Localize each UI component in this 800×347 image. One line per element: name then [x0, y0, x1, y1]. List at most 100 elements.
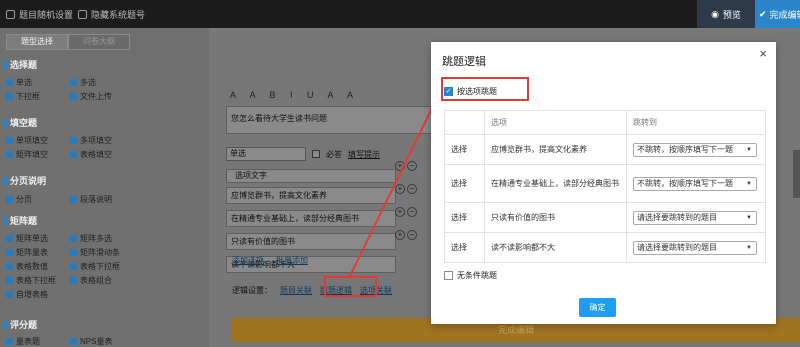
random-settings-label: 题目随机设置 — [19, 10, 74, 20]
item-label: 表格数值 — [16, 262, 48, 271]
random-settings-toggle[interactable]: 题目随机设置 — [6, 8, 73, 21]
table-row: 选择 在精通专业基础上，读部分经典图书 不跳转，按顺序填写下一题 — [444, 164, 766, 203]
required-checkbox[interactable] — [312, 150, 320, 158]
sidebar-item-single[interactable]: 单选 — [6, 77, 32, 88]
sidebar-item-table-number[interactable]: 表格数值 — [6, 261, 48, 272]
jump-by-option-toggle[interactable]: ✓ 按选项跳题 — [444, 86, 497, 97]
question-type-select[interactable]: 单选 — [226, 147, 306, 161]
sidebar-item-matrix-scale[interactable]: 矩阵量表 — [6, 247, 48, 258]
sidebar-item-dropdown[interactable]: 下拉框 — [6, 91, 40, 102]
batch-add-link[interactable]: 批量添加 — [276, 255, 308, 266]
row-action: 选择 — [444, 232, 485, 263]
sidebar-item-multi[interactable]: 多选 — [70, 77, 96, 88]
item-label: 表格下拉框 — [16, 276, 56, 285]
sidebar-item-page[interactable]: 分页 — [6, 194, 32, 205]
add-option-icon[interactable]: + — [395, 230, 405, 240]
category-marker-icon — [4, 216, 7, 225]
sidebar-item-upload[interactable]: 文件上传 — [70, 91, 112, 102]
hide-numbers-toggle[interactable]: 隐藏系统题号 — [78, 8, 145, 21]
item-label: 矩阵填空 — [16, 150, 48, 159]
item-label: 矩阵单选 — [16, 234, 48, 243]
upload-icon — [70, 93, 77, 100]
sidebar-tabs: 题型选择 问卷大纲 — [6, 34, 130, 50]
finish-edit-button[interactable]: ✔ 完成编辑 — [755, 0, 800, 28]
question-relation-link[interactable]: 题目关联 — [280, 285, 312, 296]
jump-target-select[interactable]: 不跳转，按顺序填写下一题 — [633, 176, 757, 191]
jump-by-option-label: 按选项跳题 — [457, 87, 497, 96]
category-marker-icon — [4, 60, 7, 69]
logic-settings-label: 逻辑设置： — [232, 286, 272, 295]
sidebar-item-single-fill[interactable]: 单项填空 — [6, 135, 48, 146]
add-single-option-link[interactable]: 添加选项 — [232, 255, 264, 266]
row-action: 选择 — [444, 164, 485, 203]
side-handle[interactable] — [793, 150, 800, 198]
item-label: 表格下拉框 — [80, 262, 120, 271]
jump-target-select[interactable]: 不跳转，按顺序填写下一题 — [633, 142, 757, 157]
option-row[interactable]: 只读有价值的图书 — [226, 233, 396, 250]
format-toolbar[interactable]: A A B I U A A — [230, 90, 359, 100]
table-icon — [70, 151, 77, 158]
sidebar-item-nps[interactable]: NPS量表 — [70, 336, 112, 347]
tab-question-types[interactable]: 题型选择 — [6, 34, 68, 50]
tab-outline[interactable]: 问卷大纲 — [68, 34, 130, 50]
checkbox-icon[interactable] — [444, 271, 453, 280]
sidebar-item-table-dropdown-2[interactable]: 表格下拉框 — [6, 275, 56, 286]
option-row-controls: + − — [395, 207, 417, 217]
sidebar-item-matrix-multi[interactable]: 矩阵多选 — [70, 233, 112, 244]
sidebar-item-table-combo[interactable]: 表格组合 — [70, 275, 112, 286]
item-label: 段落说明 — [80, 195, 112, 204]
sidebar-item-scale[interactable]: 量表题 — [6, 336, 40, 347]
remove-option-icon[interactable]: − — [407, 184, 417, 194]
sidebar-item-table-dropdown[interactable]: 表格下拉框 — [70, 261, 120, 272]
radio-icon — [6, 79, 13, 86]
option-row[interactable]: 应博览群书，提高文化素养 — [226, 187, 396, 204]
jump-target-select[interactable]: 请选择要跳转到的题目 — [633, 240, 757, 255]
jump-target-select[interactable]: 请选择要跳转到的题目 — [633, 210, 757, 225]
fill-hint-link[interactable]: 填写提示 — [348, 149, 380, 160]
add-option-icon[interactable]: + — [395, 161, 405, 171]
sidebar-item-matrix-single[interactable]: 矩阵单选 — [6, 233, 48, 244]
preview-button[interactable]: ◉ 预览 — [697, 0, 755, 28]
add-option-icon[interactable]: + — [395, 184, 405, 194]
item-label: 文件上传 — [80, 92, 112, 101]
hide-numbers-label: 隐藏系统题号 — [91, 10, 146, 20]
table-header-row: 选项 跳转到 — [444, 110, 766, 135]
category-marker-icon — [4, 176, 7, 185]
sidebar-item-matrix-slider[interactable]: 矩阵滑动条 — [70, 247, 120, 258]
sidebar-item-auto-table[interactable]: 自增表格 — [6, 289, 48, 300]
eye-icon: ◉ — [711, 8, 719, 19]
item-label: 多项填空 — [80, 136, 112, 145]
option-row[interactable]: 在精通专业基础上，读部分经典图书 — [226, 210, 396, 227]
add-option-icon[interactable]: + — [395, 207, 405, 217]
table-row: 选择 只读有价值的图书 请选择要跳转到的题目 — [444, 202, 766, 233]
category-matrix: 矩阵题 — [4, 214, 37, 227]
category-title: 填空题 — [10, 118, 38, 128]
sidebar-item-paragraph[interactable]: 段落说明 — [70, 194, 112, 205]
confirm-button[interactable]: 确定 — [579, 298, 616, 317]
checkbox-checked-icon[interactable]: ✓ — [444, 87, 453, 96]
text-field-icon — [6, 137, 13, 144]
item-label: 表格组合 — [80, 276, 112, 285]
sidebar-item-multi-fill[interactable]: 多项填空 — [70, 135, 112, 146]
unconditional-jump-toggle[interactable]: 无条件跳题 — [444, 270, 497, 281]
remove-option-icon[interactable]: − — [407, 207, 417, 217]
item-label: 矩阵多选 — [80, 234, 112, 243]
table-icon — [70, 277, 77, 284]
table-icon — [70, 263, 77, 270]
row-option: 只读有价值的图书 — [484, 202, 627, 233]
close-icon[interactable]: × — [759, 46, 767, 61]
question-controls: 单选 必答 填写提示 — [226, 147, 380, 161]
table-header — [444, 110, 485, 135]
remove-option-icon[interactable]: − — [407, 161, 417, 171]
dropdown-icon — [6, 93, 13, 100]
table-row: 选择 应博览群书，提高文化素养 不跳转，按顺序填写下一题 — [444, 134, 766, 165]
top-bar: 题目随机设置 隐藏系统题号 ◉ 预览 ✔ 完成编辑 — [0, 0, 800, 28]
dialog-title: 跳题逻辑 — [442, 56, 486, 68]
sidebar-item-matrix-fill[interactable]: 矩阵填空 — [6, 149, 48, 160]
remove-option-icon[interactable]: − — [407, 230, 417, 240]
table-header: 跳转到 — [626, 110, 766, 135]
highlight-box-jump-logic — [324, 276, 377, 297]
item-label: 多选 — [80, 78, 96, 87]
question-text-field[interactable]: 您怎么看待大学生读书问题 — [226, 106, 440, 134]
sidebar-item-table-fill[interactable]: 表格填空 — [70, 149, 112, 160]
